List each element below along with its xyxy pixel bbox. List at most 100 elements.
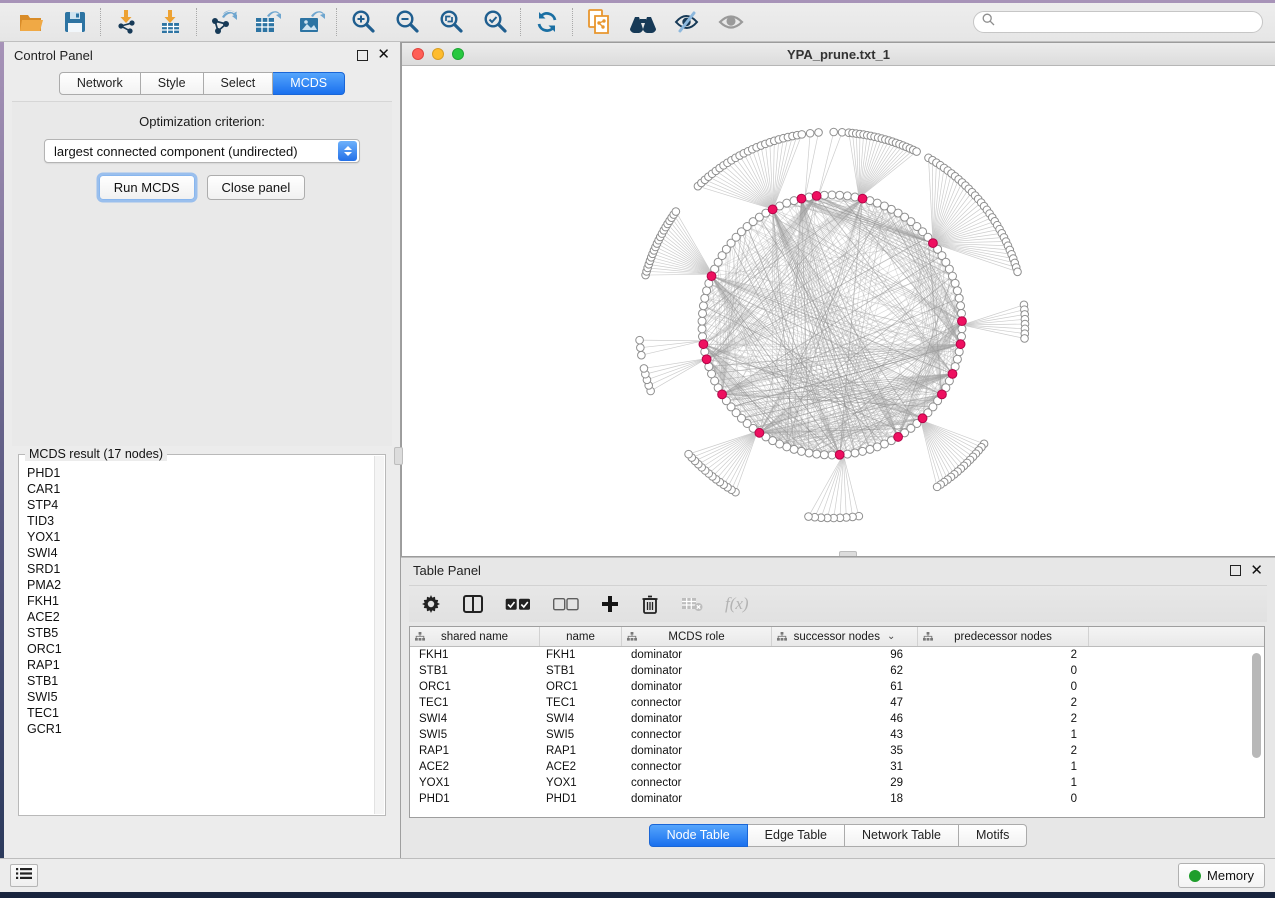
- network-node[interactable]: [805, 449, 813, 457]
- network-node[interactable]: [698, 325, 706, 333]
- network-node[interactable]: [699, 302, 707, 310]
- network-node[interactable]: [830, 128, 838, 136]
- network-canvas[interactable]: [402, 66, 1275, 556]
- network-node[interactable]: [953, 287, 961, 295]
- close-panel-button[interactable]: Close panel: [207, 175, 306, 200]
- network-node[interactable]: [783, 199, 791, 207]
- network-node[interactable]: [851, 449, 859, 457]
- network-node[interactable]: [828, 191, 836, 199]
- table-row[interactable]: ACE2ACE2connector311: [410, 759, 1264, 775]
- mcds-node-item[interactable]: CAR1: [27, 481, 385, 497]
- network-node[interactable]: [790, 445, 798, 453]
- column-header-MCDS-role[interactable]: MCDS role: [622, 627, 772, 646]
- network-node[interactable]: [843, 192, 851, 200]
- tab-node-table[interactable]: Node Table: [649, 824, 748, 847]
- mcds-node[interactable]: [948, 369, 957, 378]
- mcds-node-item[interactable]: STB5: [27, 625, 385, 641]
- network-node[interactable]: [933, 483, 941, 491]
- network-node[interactable]: [843, 450, 851, 458]
- mcds-node-item[interactable]: YOX1: [27, 529, 385, 545]
- mcds-node[interactable]: [702, 355, 711, 364]
- network-node[interactable]: [798, 131, 806, 139]
- table-scrollbar-thumb[interactable]: [1252, 653, 1261, 758]
- zoom-out-button[interactable]: [392, 8, 422, 36]
- mcds-node[interactable]: [956, 340, 965, 349]
- table-row[interactable]: PHD1PHD1dominator180: [410, 791, 1264, 807]
- search-field[interactable]: [973, 11, 1263, 33]
- delete-column-button[interactable]: [641, 591, 659, 617]
- tab-motifs[interactable]: Motifs: [959, 824, 1027, 847]
- table-row[interactable]: RAP1RAP1dominator352: [410, 743, 1264, 759]
- import-table-button[interactable]: [156, 8, 186, 36]
- new-network-from-selection-button[interactable]: [584, 8, 614, 36]
- mcds-node-item[interactable]: STP4: [27, 497, 385, 513]
- criterion-dropdown[interactable]: largest connected component (undirected): [44, 139, 360, 163]
- table-row[interactable]: SWI4SWI4dominator462: [410, 711, 1264, 727]
- tab-mcds[interactable]: MCDS: [273, 72, 345, 95]
- function-builder-button[interactable]: f(x): [725, 591, 749, 617]
- mcds-node[interactable]: [699, 340, 708, 349]
- import-network-button[interactable]: [112, 8, 142, 36]
- tab-style[interactable]: Style: [141, 72, 204, 95]
- mcds-node-item[interactable]: TEC1: [27, 705, 385, 721]
- mcds-node-item[interactable]: RAP1: [27, 657, 385, 673]
- mcds-node-item[interactable]: PMA2: [27, 577, 385, 593]
- network-window-titlebar[interactable]: YPA_prune.txt_1: [402, 43, 1275, 66]
- network-node[interactable]: [797, 447, 805, 455]
- mcds-node-item[interactable]: ORC1: [27, 641, 385, 657]
- network-node[interactable]: [866, 445, 874, 453]
- delete-table-button[interactable]: [681, 591, 703, 617]
- zoom-in-button[interactable]: [348, 8, 378, 36]
- show-panels-button[interactable]: [10, 864, 38, 887]
- network-node[interactable]: [699, 309, 707, 317]
- network-node[interactable]: [955, 294, 963, 302]
- network-node[interactable]: [1021, 335, 1029, 343]
- add-column-button[interactable]: [601, 591, 619, 617]
- select-all-button[interactable]: [505, 591, 531, 617]
- mcds-node[interactable]: [929, 239, 938, 248]
- network-node[interactable]: [637, 344, 645, 352]
- network-node[interactable]: [813, 450, 821, 458]
- network-node[interactable]: [820, 451, 828, 459]
- network-node[interactable]: [953, 355, 961, 363]
- network-node[interactable]: [913, 148, 921, 156]
- table-row[interactable]: YOX1YOX1connector291: [410, 775, 1264, 791]
- network-node[interactable]: [873, 443, 881, 451]
- mcds-node[interactable]: [894, 433, 903, 442]
- tab-network-table[interactable]: Network Table: [845, 824, 959, 847]
- network-node[interactable]: [958, 325, 966, 333]
- mcds-node[interactable]: [938, 390, 947, 399]
- mcds-node-item[interactable]: PHD1: [27, 465, 385, 481]
- network-node[interactable]: [1014, 268, 1022, 276]
- open-file-button[interactable]: [16, 8, 46, 36]
- mcds-node[interactable]: [768, 205, 777, 214]
- table-row[interactable]: ORC1ORC1dominator610: [410, 679, 1264, 695]
- network-node[interactable]: [806, 129, 814, 137]
- mcds-node-item[interactable]: TID3: [27, 513, 385, 529]
- export-table-button[interactable]: [252, 8, 282, 36]
- mcds-node[interactable]: [835, 450, 844, 459]
- network-node[interactable]: [957, 333, 965, 341]
- network-node[interactable]: [951, 279, 959, 287]
- network-node[interactable]: [820, 191, 828, 199]
- zoom-selected-button[interactable]: [480, 8, 510, 36]
- column-header-shared-name[interactable]: shared name: [410, 627, 540, 646]
- table-row[interactable]: STB1STB1dominator620: [410, 663, 1264, 679]
- mcds-node[interactable]: [812, 192, 821, 201]
- tab-edge-table[interactable]: Edge Table: [748, 824, 845, 847]
- run-mcds-button[interactable]: Run MCDS: [99, 175, 195, 200]
- mcds-node-item[interactable]: STB1: [27, 673, 385, 689]
- toggle-panels-button[interactable]: [463, 591, 483, 617]
- network-node[interactable]: [701, 294, 709, 302]
- network-node[interactable]: [638, 351, 646, 359]
- network-node[interactable]: [955, 348, 963, 356]
- hide-selected-button[interactable]: [672, 8, 702, 36]
- mcds-node-item[interactable]: SRD1: [27, 561, 385, 577]
- network-node[interactable]: [815, 129, 823, 137]
- network-node[interactable]: [957, 309, 965, 317]
- horizontal-splitter-handle[interactable]: [839, 551, 857, 556]
- memory-button[interactable]: Memory: [1178, 863, 1265, 888]
- tab-network[interactable]: Network: [59, 72, 141, 95]
- deselect-all-button[interactable]: [553, 591, 579, 617]
- network-node[interactable]: [698, 317, 706, 325]
